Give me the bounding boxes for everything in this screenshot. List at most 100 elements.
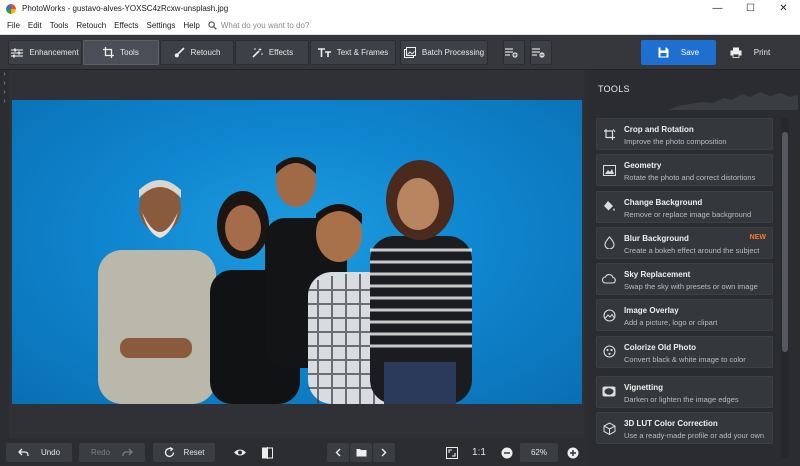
chevron-right-icon: › bbox=[3, 71, 6, 78]
panel-title: TOOLS bbox=[598, 84, 630, 94]
tool-card-blur-background[interactable]: Blur Background NEW Create a bokeh effec… bbox=[596, 226, 773, 259]
text-icon bbox=[317, 47, 331, 57]
tab-text-frames[interactable]: Text & Frames bbox=[310, 40, 396, 65]
list-remove-button[interactable] bbox=[530, 40, 552, 65]
window-title: PhotoWorks - gustavo-alves-YOXSC4zRcxw-u… bbox=[22, 4, 229, 13]
tool-name: Blur Background bbox=[624, 233, 689, 243]
tab-tools-label: Tools bbox=[120, 48, 139, 57]
redo-button[interactable]: Redo bbox=[79, 443, 145, 462]
tool-card-vignetting[interactable]: Vignetting Darken or lighten the image e… bbox=[596, 375, 773, 408]
actual-size-button[interactable]: 1:1 bbox=[468, 443, 490, 462]
tool-card-change-background[interactable]: Change Background Remove or replace imag… bbox=[596, 190, 773, 223]
scrollbar-thumb[interactable] bbox=[782, 132, 788, 352]
tool-card-geometry[interactable]: Geometry Rotate the photo and correct di… bbox=[596, 154, 773, 187]
panel-decoration bbox=[668, 92, 798, 110]
menu-effects[interactable]: Effects bbox=[110, 21, 142, 30]
tool-card-crop-rotation[interactable]: Crop and Rotation Improve the photo comp… bbox=[596, 118, 773, 150]
fit-screen-icon bbox=[446, 446, 458, 459]
print-button[interactable]: Print bbox=[722, 40, 778, 65]
tool-desc: Darken or lighten the image edges bbox=[624, 394, 739, 404]
save-button[interactable]: Save bbox=[641, 40, 716, 65]
preview-toggle-button[interactable] bbox=[229, 443, 251, 462]
previous-image-button[interactable] bbox=[327, 443, 349, 462]
menu-bar: File Edit Tools Retouch Effects Settings… bbox=[0, 17, 800, 35]
fit-to-screen-button[interactable] bbox=[442, 443, 462, 462]
redo-label: Redo bbox=[90, 448, 111, 457]
tool-desc: Use a ready-made profile or add your own bbox=[624, 431, 765, 441]
paint-bucket-icon bbox=[602, 200, 616, 214]
compare-button[interactable] bbox=[257, 443, 277, 462]
undo-label: Undo bbox=[40, 448, 61, 457]
list-add-button[interactable] bbox=[503, 40, 525, 65]
menu-search[interactable]: What do you want to do? bbox=[208, 21, 309, 30]
group-portrait-illustration bbox=[98, 157, 472, 404]
new-badge: NEW bbox=[749, 233, 766, 241]
tool-desc: Swap the sky with presets or own image bbox=[624, 282, 758, 292]
menu-retouch[interactable]: Retouch bbox=[72, 21, 110, 30]
tool-desc: Convert black & white image to color bbox=[624, 354, 746, 364]
close-button[interactable]: ✕ bbox=[767, 0, 800, 17]
chevron-left-icon bbox=[335, 448, 341, 457]
minimize-button[interactable]: — bbox=[701, 0, 734, 17]
maximize-button[interactable]: ☐ bbox=[734, 0, 767, 17]
eye-icon bbox=[234, 449, 246, 456]
chevron-right-icon: › bbox=[3, 80, 6, 87]
menu-edit[interactable]: Edit bbox=[24, 21, 46, 30]
tool-card-3d-lut[interactable]: 3D LUT Color Correction Use a ready-made… bbox=[596, 412, 773, 445]
tool-desc: Add a picture, logo or clipart bbox=[624, 318, 718, 328]
open-folder-button[interactable] bbox=[350, 443, 372, 462]
tool-desc: Remove or replace image background bbox=[624, 209, 752, 219]
canvas-area[interactable] bbox=[9, 70, 584, 438]
geometry-icon bbox=[602, 163, 616, 177]
menu-tools[interactable]: Tools bbox=[46, 21, 73, 30]
undo-button[interactable]: Undo bbox=[6, 443, 72, 462]
app-logo-icon bbox=[6, 3, 16, 14]
chevron-right-icon: › bbox=[3, 89, 6, 96]
sliders-icon bbox=[11, 48, 24, 57]
save-label: Save bbox=[680, 48, 700, 57]
menu-file[interactable]: File bbox=[3, 21, 24, 30]
reset-icon bbox=[164, 447, 174, 458]
tool-card-sky-replacement[interactable]: Sky Replacement Swap the sky with preset… bbox=[596, 263, 773, 296]
tool-card-colorize-old-photo[interactable]: Colorize Old Photo Convert black & white… bbox=[596, 335, 773, 368]
tool-desc: Rotate the photo and correct distortions bbox=[624, 173, 756, 183]
menu-help[interactable]: Help bbox=[179, 21, 203, 30]
left-collapse-strip[interactable]: › › › › bbox=[0, 70, 9, 438]
title-bar: PhotoWorks - gustavo-alves-YOXSC4zRcxw-u… bbox=[0, 0, 800, 17]
reset-label: Reset bbox=[183, 448, 205, 457]
tool-name: Vignetting bbox=[624, 382, 663, 392]
search-icon bbox=[208, 21, 217, 30]
batch-processing-label: Batch Processing bbox=[421, 48, 485, 57]
menu-settings[interactable]: Settings bbox=[142, 21, 179, 30]
tool-name: Sky Replacement bbox=[624, 270, 691, 280]
magic-wand-icon bbox=[252, 47, 263, 58]
compare-icon bbox=[261, 446, 273, 459]
tool-name: Image Overlay bbox=[624, 306, 679, 316]
zoom-in-button[interactable] bbox=[563, 443, 583, 462]
tab-effects[interactable]: Effects bbox=[235, 40, 309, 65]
window-controls: — ☐ ✕ bbox=[701, 0, 800, 17]
overlay-icon bbox=[602, 308, 616, 322]
main-toolbar: Enhancement Tools Retouch Effects Text &… bbox=[0, 35, 800, 70]
next-image-button[interactable] bbox=[373, 443, 395, 462]
tab-tools[interactable]: Tools bbox=[83, 40, 159, 65]
cloud-icon bbox=[602, 272, 616, 286]
tool-card-image-overlay[interactable]: Image Overlay Add a picture, logo or cli… bbox=[596, 299, 773, 332]
photo-image[interactable] bbox=[12, 100, 582, 404]
blur-icon bbox=[602, 236, 616, 250]
tab-retouch[interactable]: Retouch bbox=[160, 40, 234, 65]
tool-list: Crop and Rotation Improve the photo comp… bbox=[596, 118, 774, 448]
colorize-icon bbox=[602, 345, 616, 359]
printer-icon bbox=[730, 47, 742, 58]
reset-button[interactable]: Reset bbox=[153, 443, 215, 462]
tab-enhancement[interactable]: Enhancement bbox=[8, 40, 82, 65]
chevron-right-icon bbox=[381, 448, 387, 457]
crop-rotate-icon bbox=[602, 127, 616, 141]
brush-icon bbox=[174, 47, 185, 58]
zoom-out-button[interactable] bbox=[497, 443, 517, 462]
batch-images-icon bbox=[403, 47, 416, 58]
zoom-level-field[interactable]: 62% bbox=[520, 443, 558, 462]
batch-processing-button[interactable]: Batch Processing bbox=[400, 40, 488, 65]
panel-scrollbar[interactable] bbox=[781, 118, 789, 458]
tab-enhancement-label: Enhancement bbox=[29, 48, 79, 57]
